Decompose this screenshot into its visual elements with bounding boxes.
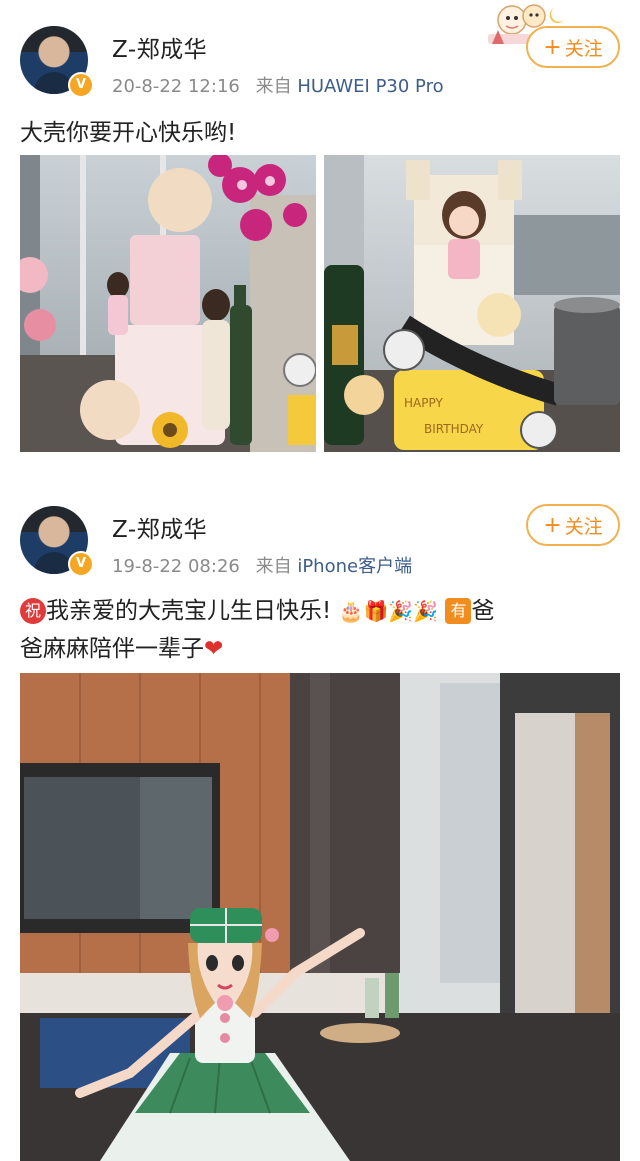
doll-photo [20,673,620,1161]
party-popper-emoji-icon: 🎉 [413,599,439,623]
post-text-line1-end: 爸 [471,598,495,624]
post-text: 大壳你要开心快乐哟! [20,120,237,146]
source-link[interactable]: iPhone客户端 [297,556,412,577]
castle-cake-photo: HAPPY BIRTHDAY [324,155,620,452]
source-link[interactable]: HUAWEI P30 Pro [297,76,443,97]
follow-button[interactable]: + 关注 [526,26,620,68]
post-text: 祝我亲爱的大壳宝儿生日快乐! 🎂🎁🎉🎉 有爸 爸麻麻陪伴一辈子❤ [20,592,620,668]
source-prefix: 来自 [255,556,292,577]
svg-text:BIRTHDAY: BIRTHDAY [424,422,484,436]
post-time: 19-8-22 08:26 [112,556,240,577]
you-tag-icon: 有 [445,598,472,624]
gift-emoji-icon: 🎁 [363,599,389,623]
verified-badge-icon: V [68,551,94,577]
source-prefix: 来自 [255,76,292,97]
username[interactable]: Z-郑成华 [112,30,207,64]
post-image-cake-1[interactable] [20,155,316,452]
cake-photo [20,155,316,452]
plus-icon: + [543,34,562,60]
zhu-tag-icon: 祝 [20,598,46,624]
follow-label: 关注 [564,515,603,538]
svg-text:HAPPY: HAPPY [404,396,443,410]
post-image-cake-2[interactable]: HAPPY BIRTHDAY [324,155,620,452]
post-text-line2: 爸麻麻陪伴一辈子 [20,636,204,662]
follow-label: 关注 [564,37,603,60]
party-popper-emoji-icon: 🎉 [388,599,414,623]
follow-button[interactable]: + 关注 [526,504,620,546]
username[interactable]: Z-郑成华 [112,510,207,544]
heart-icon: ❤ [204,636,224,662]
post-time: 20-8-22 12:16 [112,76,240,97]
post-text-main: 我亲爱的大壳宝儿生日快乐! [46,598,332,624]
post-meta: 20-8-22 12:16 来自 HUAWEI P30 Pro [112,72,444,98]
verified-badge-icon: V [68,72,94,98]
cake-emoji-icon: 🎂 [338,599,364,623]
post-meta: 19-8-22 08:26 来自 iPhone客户端 [112,552,412,578]
plus-icon: + [543,512,562,538]
post-image-doll[interactable] [20,673,620,1161]
